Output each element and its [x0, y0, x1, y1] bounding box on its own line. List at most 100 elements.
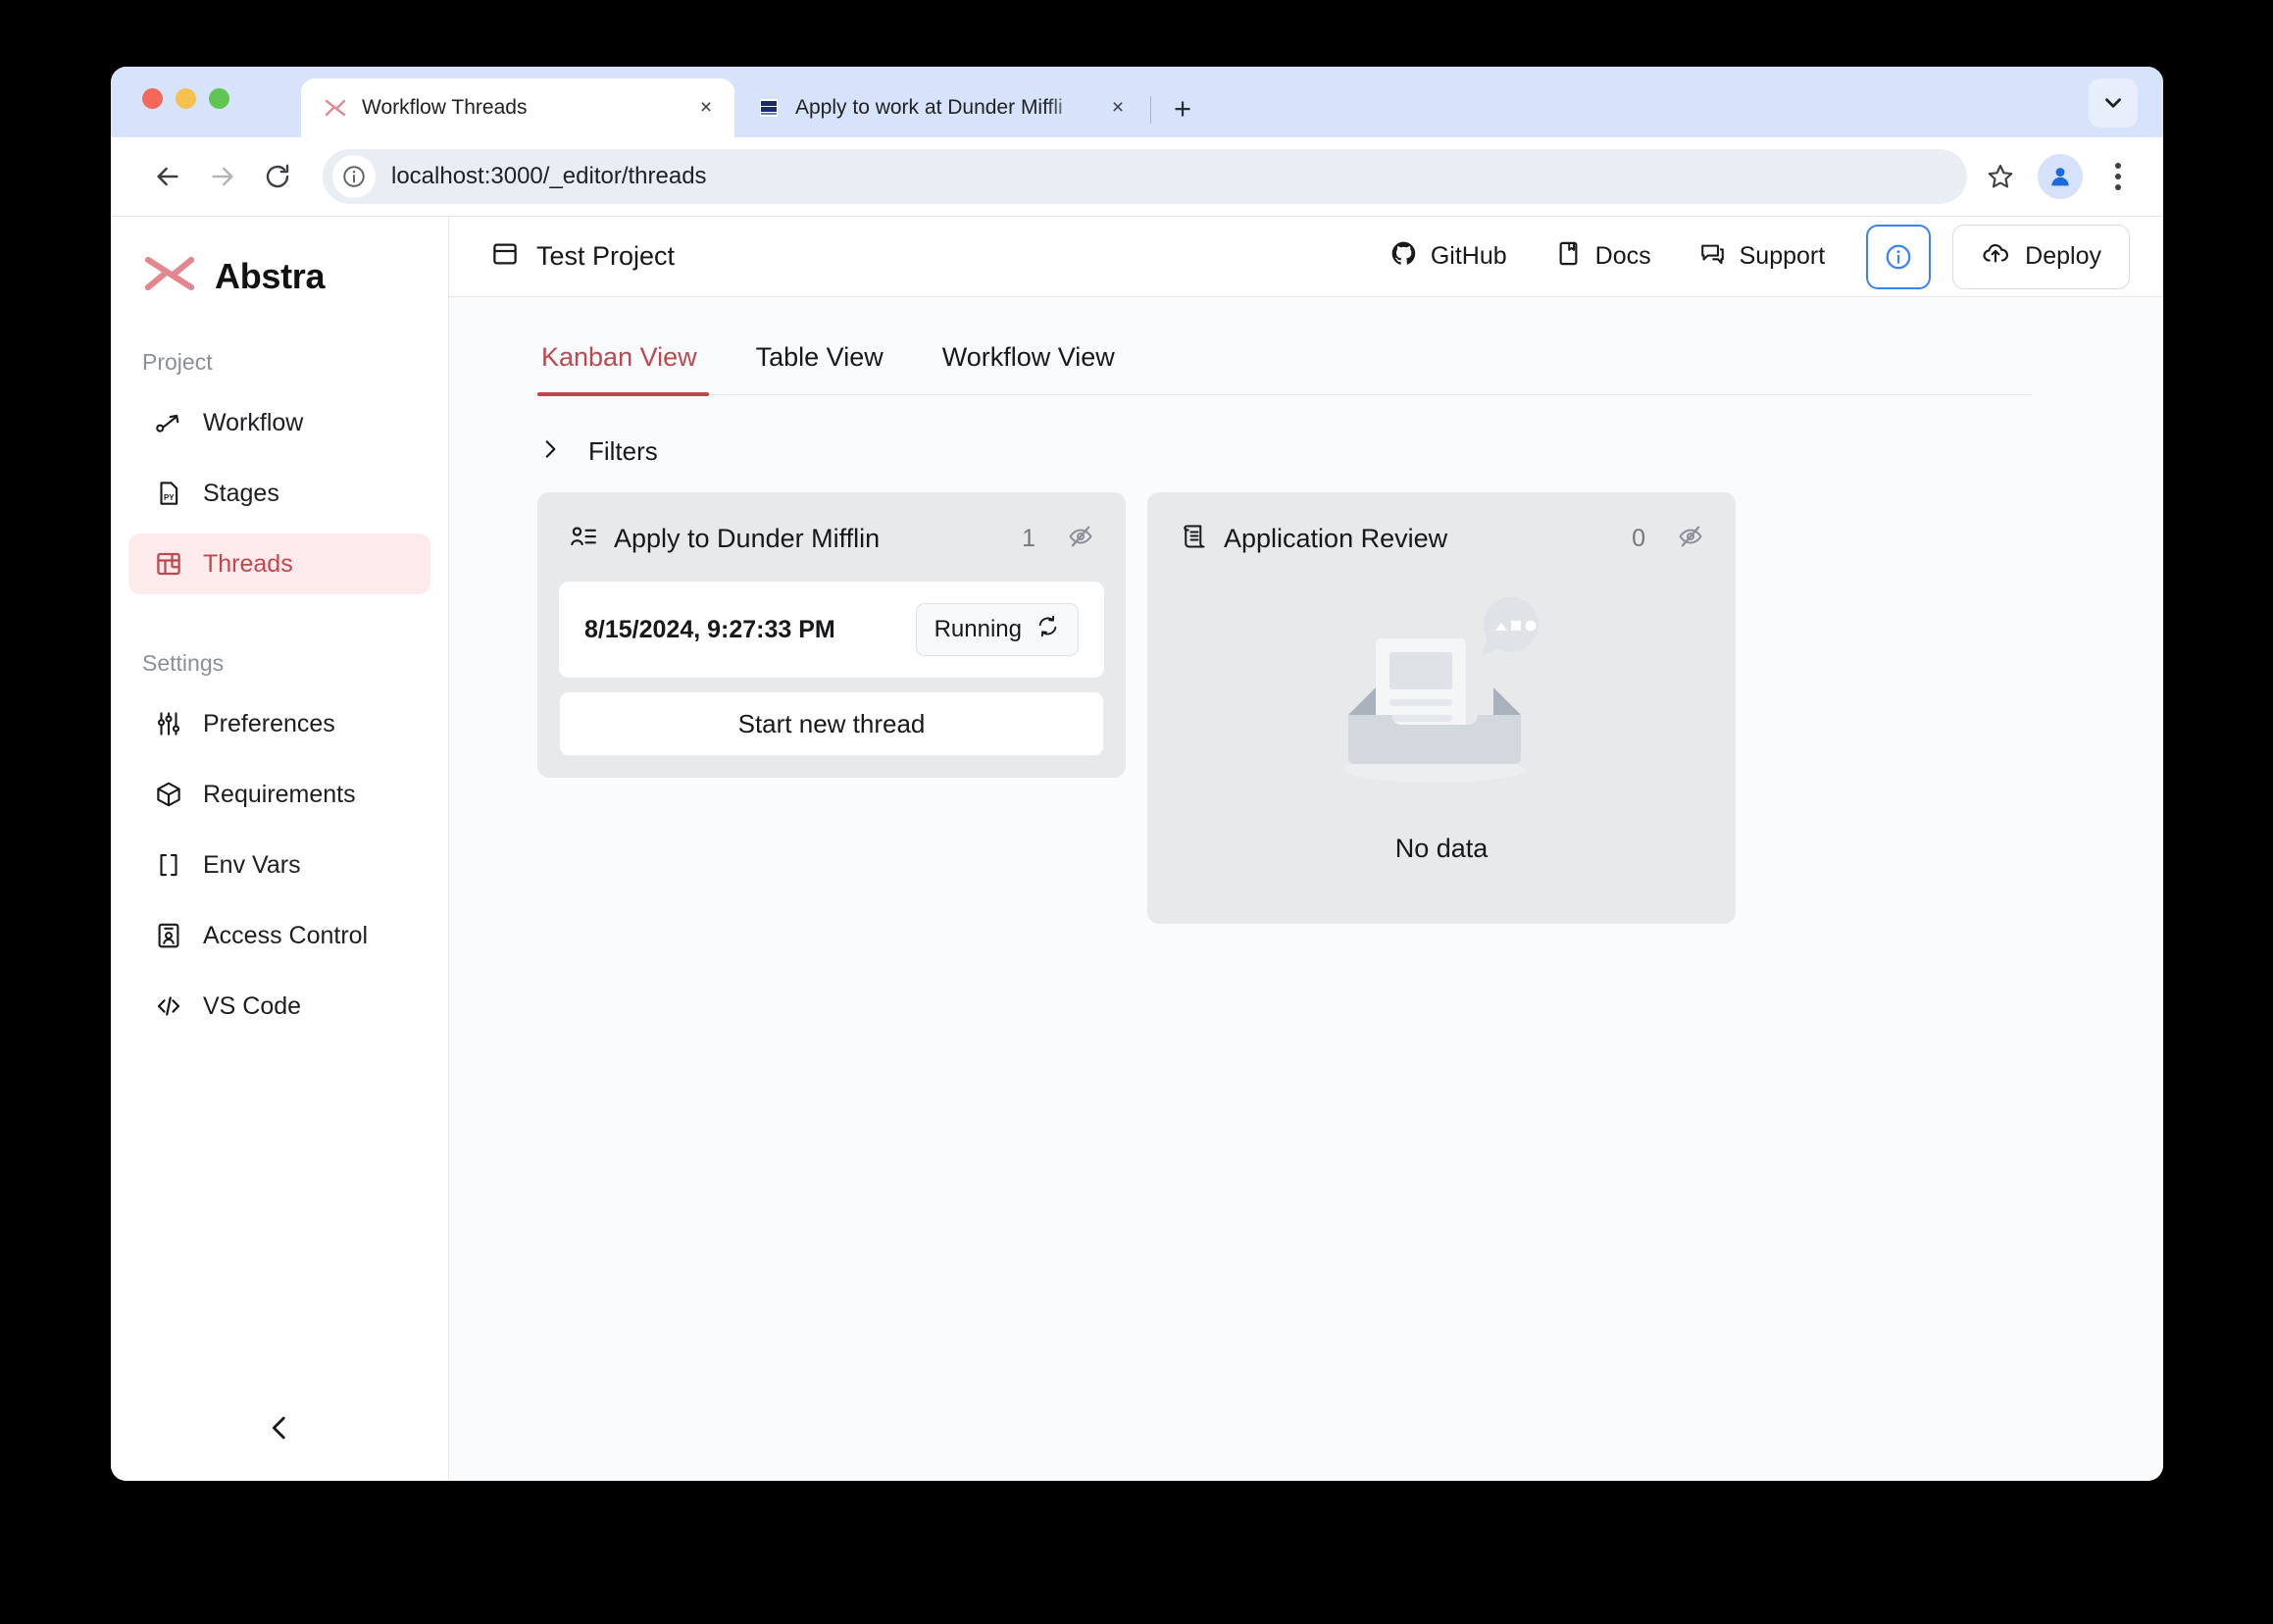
filters-toggle[interactable]: Filters: [537, 436, 2120, 467]
deploy-button[interactable]: Deploy: [1952, 224, 2130, 289]
filters-label: Filters: [588, 436, 658, 466]
sidebar-item-stages[interactable]: PY Stages: [128, 463, 430, 524]
back-button[interactable]: [140, 149, 195, 204]
chevron-left-icon: [272, 1416, 285, 1440]
browser-window: Workflow Threads × Apply to work at Dund…: [111, 67, 2163, 1481]
browser-tab-dunder-mifflin[interactable]: Apply to work at Dunder Miffli ×: [734, 78, 1146, 137]
sidebar-item-label: Env Vars: [203, 850, 301, 879]
close-tab-button[interactable]: ×: [691, 93, 721, 123]
eye-off-icon[interactable]: [1677, 523, 1704, 555]
refresh-icon: [1035, 614, 1060, 645]
support-link[interactable]: Support: [1698, 239, 1826, 275]
brand: Abstra: [111, 217, 448, 298]
kanban-board: Apply to Dunder Mifflin 1 8/15/2024, 9:2…: [492, 492, 2120, 924]
tab-workflow-view[interactable]: Workflow View: [913, 342, 1144, 394]
tab-divider: [1150, 96, 1151, 124]
project-name: Test Project: [536, 241, 676, 271]
tab-table-view[interactable]: Table View: [727, 342, 913, 394]
bookmark-button[interactable]: [1977, 153, 2024, 200]
sidebar-item-threads[interactable]: Threads: [128, 533, 430, 594]
sidebar-item-label: VS Code: [203, 991, 302, 1020]
new-tab-button[interactable]: +: [1161, 86, 1204, 129]
sidebar-section-project-label: Project: [142, 349, 213, 375]
package-icon: [154, 780, 183, 809]
kanban-column-application-review: Application Review 0 No data: [1147, 492, 1736, 924]
abstra-logo-icon: [144, 254, 195, 298]
sidebar-collapse-button[interactable]: [254, 1402, 305, 1453]
sidebar-item-label: Stages: [203, 479, 279, 507]
column-header: Application Review 0: [1169, 514, 1714, 582]
python-file-icon: PY: [154, 479, 183, 508]
empty-state: No data: [1169, 582, 1714, 902]
main-content: Test Project GitHub Docs Support Deploy …: [449, 217, 2163, 1481]
column-count: 1: [1022, 525, 1035, 552]
app-root: Abstra Project Workflow PY Stages Thread…: [111, 216, 2163, 1481]
project-selector[interactable]: Test Project: [490, 239, 675, 274]
brackets-icon: [154, 850, 183, 880]
topbar-link-label: Support: [1739, 242, 1826, 270]
start-new-thread-button[interactable]: Start new thread: [559, 691, 1104, 756]
sidebar-item-label: Workflow: [203, 408, 304, 436]
tab-kanban-view[interactable]: Kanban View: [537, 342, 727, 396]
sidebar-collapse-area: [111, 1402, 448, 1453]
docs-link[interactable]: Docs: [1554, 239, 1651, 275]
sidebar-item-label: Access Control: [203, 921, 369, 949]
topbar-link-label: Docs: [1594, 242, 1651, 270]
github-link[interactable]: GitHub: [1389, 239, 1507, 275]
brand-name: Abstra: [215, 255, 326, 296]
address-bar[interactable]: localhost:3000/_editor/threads: [323, 149, 1967, 204]
minimize-window-button[interactable]: [176, 88, 196, 109]
info-icon: [1886, 244, 1911, 269]
cloud-upload-icon: [1981, 238, 2010, 275]
arrow-right-icon: [212, 167, 233, 186]
column-count: 0: [1632, 525, 1645, 552]
forward-button[interactable]: [195, 149, 250, 204]
url-text: localhost:3000/_editor/threads: [391, 163, 707, 189]
info-button[interactable]: [1866, 224, 1932, 289]
column-title: Application Review: [1224, 524, 1448, 553]
sidebar-item-requirements[interactable]: Requirements: [128, 764, 430, 825]
sidebar-item-vs-code[interactable]: VS Code: [128, 976, 430, 1037]
close-tab-button[interactable]: ×: [1103, 93, 1133, 123]
kanban-icon: [154, 549, 183, 579]
browser-tab-title: Workflow Threads: [362, 96, 528, 119]
id-badge-icon: [154, 921, 183, 950]
sidebar-item-env-vars[interactable]: Env Vars: [128, 835, 430, 895]
user-icon: [2051, 168, 2069, 186]
book-icon: [1554, 239, 1583, 275]
scroll-icon: [1179, 522, 1208, 556]
thread-card[interactable]: 8/15/2024, 9:27:33 PM Running: [559, 582, 1104, 678]
eye-off-icon[interactable]: [1067, 523, 1094, 555]
close-window-button[interactable]: [142, 88, 163, 109]
sidebar-item-preferences[interactable]: Preferences: [128, 693, 430, 754]
empty-inbox-icon: [1319, 587, 1564, 808]
code-icon: [154, 991, 183, 1021]
browser-tab-title: Apply to work at Dunder Miffli: [795, 96, 1063, 119]
tab-search-button[interactable]: [2089, 78, 2138, 127]
star-icon: [1988, 164, 2013, 188]
reload-button[interactable]: [250, 149, 305, 204]
maximize-window-button[interactable]: [209, 88, 229, 109]
status-label: Running: [934, 616, 1022, 642]
app-topbar: Test Project GitHub Docs Support Deploy: [449, 217, 2163, 297]
menu-dot: [2115, 174, 2121, 179]
window-controls: [142, 88, 229, 109]
sidebar-item-workflow[interactable]: Workflow: [128, 392, 430, 453]
chat-icon: [1698, 239, 1727, 275]
menu-dot: [2115, 184, 2121, 190]
sidebar-section-settings-label: Settings: [142, 650, 225, 676]
reload-icon: [266, 164, 289, 188]
thread-timestamp: 8/15/2024, 9:27:33 PM: [584, 615, 835, 643]
tabs: Workflow Threads × Apply to work at Dund…: [301, 78, 1204, 137]
workflow-icon: [154, 408, 183, 437]
topbar-link-label: GitHub: [1430, 242, 1507, 270]
content-area: Kanban View Table View Workflow View Fil…: [449, 297, 2163, 1481]
browser-menu-button[interactable]: [2098, 153, 2138, 200]
browser-tab-workflow-threads[interactable]: Workflow Threads ×: [301, 78, 734, 137]
kanban-column-apply-to-dunder-mifflin: Apply to Dunder Mifflin 1 8/15/2024, 9:2…: [537, 492, 1126, 778]
sidebar-item-access-control[interactable]: Access Control: [128, 905, 430, 966]
github-icon: [1389, 239, 1418, 275]
profile-avatar[interactable]: [2038, 154, 2083, 199]
site-info-icon[interactable]: [332, 155, 376, 198]
column-header: Apply to Dunder Mifflin 1: [559, 514, 1104, 582]
